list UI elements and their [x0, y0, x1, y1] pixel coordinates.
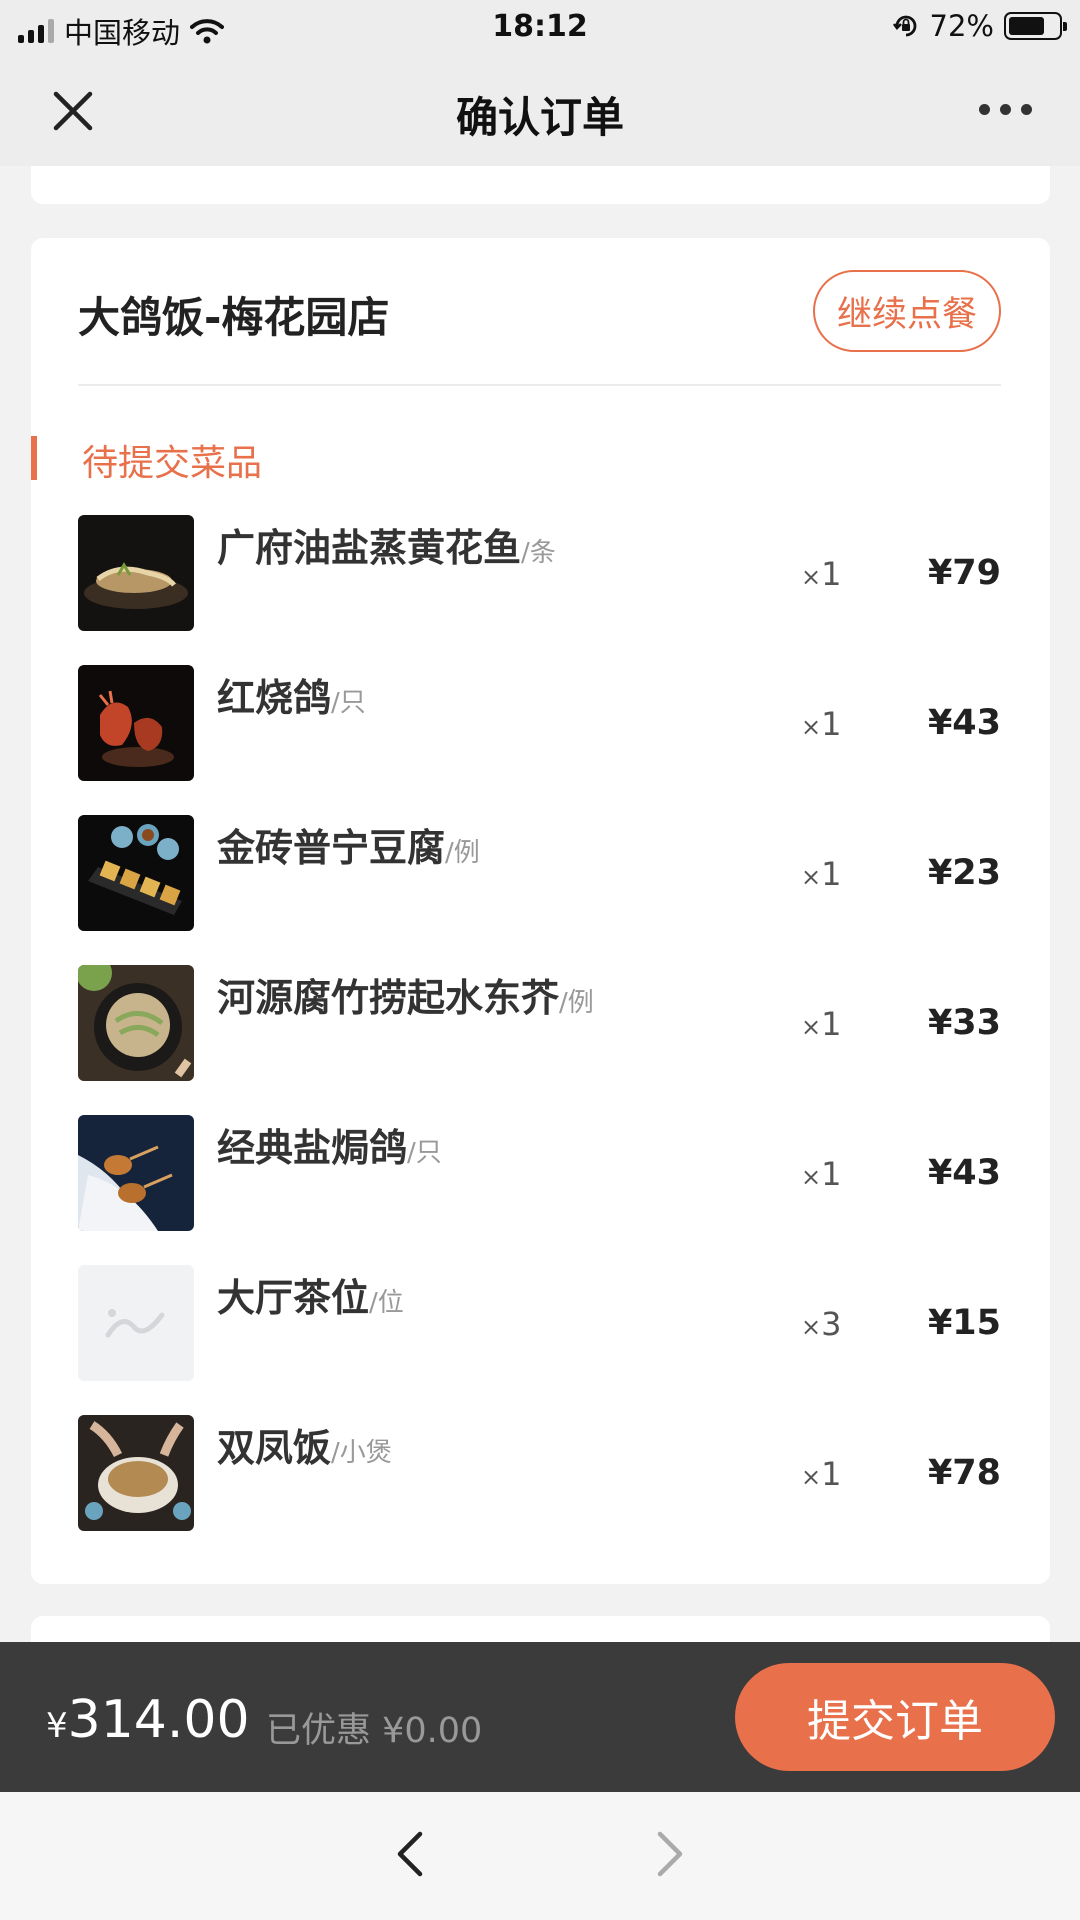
list-item[interactable]: 金砖普宁豆腐/例 ×1 ¥23	[78, 815, 1008, 931]
dish-price: ¥43	[927, 703, 1001, 743]
status-right: 72%	[892, 9, 1067, 43]
total-amount: 314.00	[67, 1690, 250, 1750]
browser-toolbar	[0, 1792, 1080, 1920]
dish-unit: /条	[521, 538, 556, 568]
previous-card	[31, 166, 1050, 204]
dish-name: 河源腐竹捞起水东芥/例	[217, 967, 594, 1022]
quantity-prefix: ×	[801, 563, 822, 591]
dish-price: ¥43	[927, 1153, 1001, 1193]
page-title: 确认订单	[455, 93, 624, 142]
quantity-prefix: ×	[801, 713, 822, 741]
quantity-prefix: ×	[801, 1313, 822, 1341]
dish-unit: /小煲	[331, 1438, 392, 1468]
quantity-prefix: ×	[801, 1463, 822, 1491]
continue-ordering-button[interactable]: 继续点餐	[813, 270, 1001, 352]
order-card: 大鸽饭-梅花园店 继续点餐 待提交菜品 广府油盐蒸黄花鱼/条 ×1 ¥79 红烧…	[31, 238, 1050, 1584]
nav-bar: 确认订单	[0, 56, 1080, 166]
dish-name-text: 双凤饭	[217, 1426, 332, 1470]
section-title: 待提交菜品	[82, 443, 263, 484]
quantity-value: 3	[821, 1305, 842, 1343]
quantity-value: 1	[821, 1455, 842, 1493]
quantity-value: 1	[821, 1155, 842, 1193]
order-total: ¥314.00	[46, 1690, 250, 1750]
battery-percent: 72%	[929, 9, 994, 43]
quantity-value: 1	[821, 705, 842, 743]
dish-thumbnail	[78, 1115, 194, 1231]
dish-quantity: ×3	[801, 1305, 841, 1343]
dish-name: 广府油盐蒸黄花鱼/条	[217, 517, 556, 572]
list-item[interactable]: 广府油盐蒸黄花鱼/条 ×1 ¥79	[78, 515, 1008, 631]
orientation-lock-icon	[892, 15, 916, 37]
currency-symbol: ¥	[46, 1706, 68, 1746]
quantity-prefix: ×	[801, 863, 822, 891]
dish-name: 大厅茶位/位	[217, 1267, 404, 1322]
forward-arrow-icon[interactable]	[650, 1824, 690, 1884]
checkout-bar: ¥314.00 已优惠 ¥0.00 提交订单	[0, 1642, 1080, 1792]
battery-icon	[1004, 12, 1067, 40]
dish-price: ¥23	[927, 853, 1001, 893]
dish-unit: /只	[407, 1138, 442, 1168]
dish-name-text: 金砖普宁豆腐	[217, 826, 446, 870]
dish-unit: /位	[369, 1288, 404, 1318]
dish-price: ¥79	[927, 553, 1001, 593]
quantity-prefix: ×	[801, 1163, 822, 1191]
dish-unit: /只	[331, 688, 366, 718]
dish-unit: /例	[559, 988, 594, 1018]
discount-text: 已优惠 ¥0.00	[266, 1711, 483, 1751]
divider	[78, 384, 1001, 386]
dish-quantity: ×1	[801, 1155, 841, 1193]
dish-thumbnail	[78, 515, 194, 631]
dish-price: ¥33	[927, 1003, 1001, 1043]
back-arrow-icon[interactable]	[390, 1824, 430, 1884]
dish-name: 金砖普宁豆腐/例	[217, 817, 480, 872]
dish-quantity: ×1	[801, 855, 841, 893]
quantity-prefix: ×	[801, 1013, 822, 1041]
dish-name-text: 广府油盐蒸黄花鱼	[217, 526, 522, 570]
list-item[interactable]: 大厅茶位/位 ×3 ¥15	[78, 1265, 1008, 1381]
list-item[interactable]: 红烧鸽/只 ×1 ¥43	[78, 665, 1008, 781]
section-marker	[31, 436, 37, 480]
dish-thumbnail	[78, 965, 194, 1081]
status-bar: 中国移动 18:12 72%	[0, 0, 1080, 56]
dish-quantity: ×1	[801, 555, 841, 593]
quantity-value: 1	[821, 555, 842, 593]
dish-price: ¥78	[927, 1453, 1001, 1493]
dish-quantity: ×1	[801, 1005, 841, 1043]
more-icon[interactable]	[979, 104, 1032, 115]
dish-unit: /例	[445, 838, 480, 868]
dish-name-text: 大厅茶位	[217, 1276, 370, 1320]
dish-name: 红烧鸽/只	[217, 667, 366, 722]
image-placeholder-icon	[78, 1265, 194, 1381]
dish-quantity: ×1	[801, 1455, 841, 1493]
dish-name-text: 红烧鸽	[217, 676, 332, 720]
quantity-value: 1	[821, 855, 842, 893]
dish-name-text: 经典盐焗鸽	[217, 1126, 408, 1170]
dish-thumbnail	[78, 815, 194, 931]
shop-name: 大鸽饭-梅花园店	[78, 293, 390, 342]
quantity-value: 1	[821, 1005, 842, 1043]
list-item[interactable]: 经典盐焗鸽/只 ×1 ¥43	[78, 1115, 1008, 1231]
list-item[interactable]: 河源腐竹捞起水东芥/例 ×1 ¥33	[78, 965, 1008, 1081]
dish-name: 双凤饭/小煲	[217, 1417, 392, 1472]
submit-order-button[interactable]: 提交订单	[735, 1663, 1055, 1771]
list-item[interactable]: 双凤饭/小煲 ×1 ¥78	[78, 1415, 1008, 1531]
dish-thumbnail	[78, 1415, 194, 1531]
dish-price: ¥15	[927, 1303, 1001, 1343]
dish-name-text: 河源腐竹捞起水东芥	[217, 976, 560, 1020]
dish-thumbnail	[78, 665, 194, 781]
dish-name: 经典盐焗鸽/只	[217, 1117, 442, 1172]
dish-quantity: ×1	[801, 705, 841, 743]
battery-fill	[1009, 17, 1044, 35]
